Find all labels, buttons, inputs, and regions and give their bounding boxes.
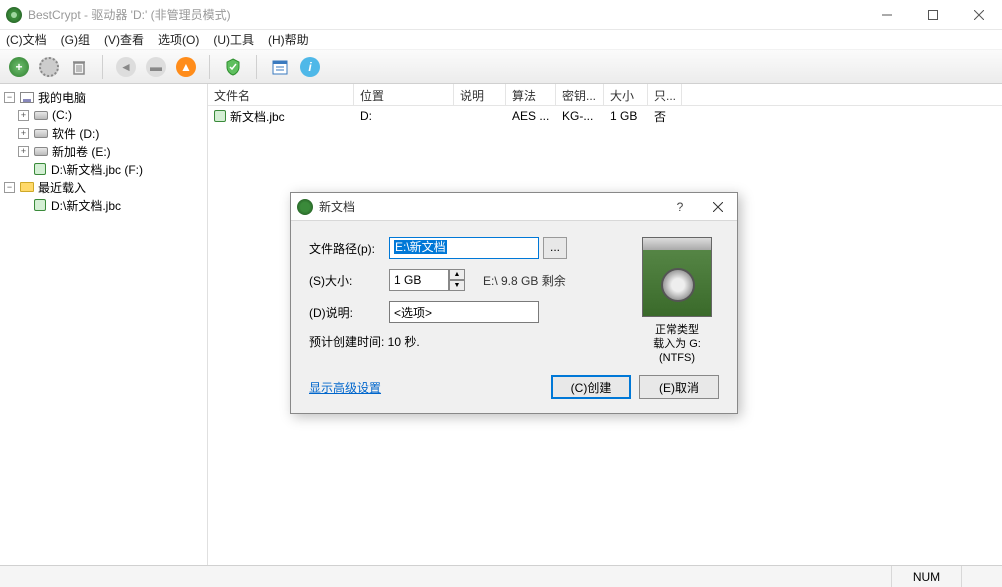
menu-group[interactable]: (G)组 bbox=[61, 31, 90, 48]
menu-tools[interactable]: (U)工具 bbox=[213, 31, 254, 48]
browse-button[interactable]: ... bbox=[543, 237, 567, 259]
dialog-titlebar: 新文档 ? bbox=[291, 193, 737, 221]
info-icon[interactable]: i bbox=[297, 54, 323, 80]
safe-icon bbox=[642, 237, 712, 317]
status-num: NUM bbox=[892, 566, 962, 587]
container-icon bbox=[214, 110, 226, 122]
size-spinner[interactable]: ▲▼ bbox=[389, 269, 465, 291]
menu-help[interactable]: (H)帮助 bbox=[268, 31, 309, 48]
preview-type-label: 正常类型 bbox=[635, 323, 719, 337]
up-icon[interactable]: ▬ bbox=[143, 54, 169, 80]
size-label: (S)大小: bbox=[309, 272, 389, 289]
settings-icon[interactable] bbox=[36, 54, 62, 80]
spin-up-icon[interactable]: ▲ bbox=[449, 269, 465, 280]
preview-pane: 正常类型 载入为 G: (NTFS) bbox=[635, 237, 719, 365]
table-row[interactable]: 新文档.jbc D: AES ... KG-... 1 GB 否 bbox=[208, 106, 1002, 126]
tree-recent[interactable]: − 最近载入 bbox=[4, 178, 203, 196]
col-location[interactable]: 位置 bbox=[354, 84, 454, 105]
status-bar: NUM bbox=[0, 565, 1002, 587]
dialog-close-button[interactable] bbox=[699, 193, 737, 221]
dialog-title: 新文档 bbox=[319, 198, 661, 215]
col-algo[interactable]: 算法 bbox=[506, 84, 556, 105]
help-button[interactable]: ? bbox=[661, 193, 699, 221]
preview-mount-label: 载入为 G: (NTFS) bbox=[635, 337, 719, 365]
col-key[interactable]: 密钥... bbox=[556, 84, 604, 105]
tree-recent-item[interactable]: D:\新文档.jbc bbox=[4, 196, 203, 214]
list-header[interactable]: 文件名 位置 说明 算法 密钥... 大小 只... bbox=[208, 84, 1002, 106]
menu-bar: (C)文档 (G)组 (V)查看 选项(O) (U)工具 (H)帮助 bbox=[0, 30, 1002, 50]
eject-icon[interactable]: ▲ bbox=[173, 54, 199, 80]
desc-input[interactable] bbox=[389, 301, 539, 323]
toolbar: + ◄ ▬ ▲ i bbox=[0, 50, 1002, 84]
calendar-icon[interactable] bbox=[267, 54, 293, 80]
minimize-button[interactable] bbox=[864, 0, 910, 30]
tree-root[interactable]: − 我的电脑 bbox=[4, 88, 203, 106]
col-size[interactable]: 大小 bbox=[604, 84, 648, 105]
path-label: 文件路径(p): bbox=[309, 240, 389, 257]
path-input[interactable]: E:\新文档 bbox=[389, 237, 539, 259]
menu-options[interactable]: 选项(O) bbox=[158, 31, 199, 48]
tree-view[interactable]: − 我的电脑 + (C:) + 软件 (D:) + 新加卷 (E:) D:\新文… bbox=[0, 84, 208, 565]
dialog-icon bbox=[297, 199, 313, 215]
tree-drive-f[interactable]: D:\新文档.jbc (F:) bbox=[4, 160, 203, 178]
col-name[interactable]: 文件名 bbox=[208, 84, 354, 105]
col-desc[interactable]: 说明 bbox=[454, 84, 506, 105]
window-title: BestCrypt - 驱动器 'D:' (非管理员模式) bbox=[28, 6, 864, 23]
cancel-button[interactable]: (E)取消 bbox=[639, 375, 719, 399]
tree-drive-e[interactable]: + 新加卷 (E:) bbox=[4, 142, 203, 160]
delete-icon[interactable] bbox=[66, 54, 92, 80]
col-ro[interactable]: 只... bbox=[648, 84, 682, 105]
new-document-dialog: 新文档 ? 文件路径(p): E:\新文档 ... (S)大小: ▲▼ E:\ … bbox=[290, 192, 738, 414]
spin-down-icon[interactable]: ▼ bbox=[449, 280, 465, 291]
title-bar: BestCrypt - 驱动器 'D:' (非管理员模式) bbox=[0, 0, 1002, 30]
new-container-icon[interactable]: + bbox=[6, 54, 32, 80]
close-button[interactable] bbox=[956, 0, 1002, 30]
size-input[interactable] bbox=[389, 269, 449, 291]
menu-file[interactable]: (C)文档 bbox=[6, 31, 47, 48]
tree-root-label: 我的电脑 bbox=[38, 89, 86, 106]
estimate-label: 预计创建时间: 10 秒. bbox=[309, 333, 617, 350]
back-icon[interactable]: ◄ bbox=[113, 54, 139, 80]
tree-drive-c[interactable]: + (C:) bbox=[4, 106, 203, 124]
app-icon bbox=[6, 7, 22, 23]
free-space-label: E:\ 9.8 GB 剩余 bbox=[483, 272, 566, 289]
shield-icon[interactable] bbox=[220, 54, 246, 80]
create-button[interactable]: (C)创建 bbox=[551, 375, 631, 399]
tree-drive-d[interactable]: + 软件 (D:) bbox=[4, 124, 203, 142]
menu-view[interactable]: (V)查看 bbox=[104, 31, 144, 48]
desc-label: (D)说明: bbox=[309, 304, 389, 321]
maximize-button[interactable] bbox=[910, 0, 956, 30]
advanced-link[interactable]: 显示高级设置 bbox=[309, 379, 543, 396]
